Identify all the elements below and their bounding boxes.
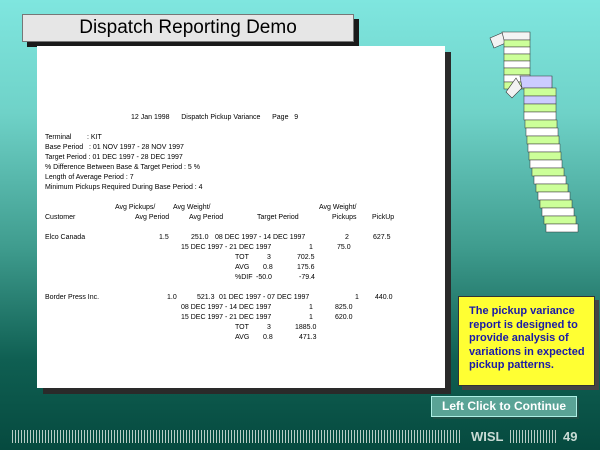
col-head-target-period: Target Period [257, 214, 299, 221]
average-value: 471.3 [299, 334, 317, 341]
col-head-avg-pickups: Avg Pickups/ [115, 204, 156, 211]
param-terminal: Terminal : KIT [45, 134, 102, 141]
average-count: 0.8 [263, 334, 273, 341]
param-base-period: Base Period : 01 NOV 1997 - 28 NOV 1997 [45, 144, 184, 151]
col-head-avg-weight: Avg Weight/ [173, 204, 211, 211]
avg-pickups: 1.0 [167, 294, 177, 301]
slide-title: Dispatch Reporting Demo [22, 14, 354, 42]
col-head-customer: Customer [45, 214, 76, 221]
total-value: 1885.0 [295, 324, 317, 331]
difference-value: -79.4 [299, 274, 315, 281]
target-period: 15 DEC 1997 - 21 DEC 1997 [181, 244, 272, 251]
pickup-weight: 620.0 [335, 314, 353, 321]
total-label: TOT [235, 324, 249, 331]
pickup-weight: 75.0 [337, 244, 351, 251]
report-page: 12 Jan 1998 Dispatch Pickup Variance Pag… [37, 46, 445, 388]
target-period: 15 DEC 1997 - 21 DEC 1997 [181, 314, 272, 321]
col-head-pickups: Pickups [332, 214, 357, 221]
average-label: AVG [235, 334, 250, 341]
pickup-weight: 825.0 [335, 304, 353, 311]
target-period: 08 DEC 1997 - 14 DEC 1997 [181, 304, 272, 311]
pickups-count: 1 [309, 304, 313, 311]
footer-bar: WISL 49 [0, 427, 600, 447]
pickups-count: 1 [355, 294, 359, 301]
page-number: 49 [563, 429, 578, 444]
col-head-avg-weight-2: Avg Weight/ [319, 204, 357, 211]
pickups-count: 1 [309, 244, 313, 251]
total-count: 3 [267, 324, 271, 331]
pickups-count: 1 [309, 314, 313, 321]
total-value: 702.5 [297, 254, 315, 261]
col-head-avg-period-2: Avg Period [189, 214, 224, 221]
paper-strip-right [505, 75, 579, 233]
barcode-decoration [12, 430, 462, 443]
average-value: 175.6 [297, 264, 315, 271]
barcode-decoration-right [510, 430, 558, 443]
param-difference: % Difference Between Base & Target Perio… [45, 164, 200, 171]
difference-label: %DIF [235, 274, 253, 281]
average-count: 0.8 [263, 264, 273, 271]
report-header: 12 Jan 1998 Dispatch Pickup Variance Pag… [131, 114, 299, 121]
pickup-weight: 627.5 [373, 234, 391, 241]
target-period: 08 DEC 1997 - 14 DEC 1997 [215, 234, 306, 241]
param-length: Length of Average Period : 7 [45, 174, 134, 181]
col-head-avg-period: Avg Period [135, 214, 170, 221]
avg-weight: 251.0 [191, 234, 209, 241]
param-minimum: Minimum Pickups Required During Base Per… [45, 184, 203, 191]
report-strips-graphic [489, 31, 579, 233]
average-label: AVG [235, 264, 250, 271]
avg-weight: 521.3 [197, 294, 215, 301]
param-target-period: Target Period : 01 DEC 1997 - 28 DEC 199… [45, 154, 183, 161]
difference-count: -50.0 [256, 274, 272, 281]
total-label: TOT [235, 254, 249, 261]
pickups-count: 2 [345, 234, 349, 241]
info-callout: The pickup variance report is designed t… [458, 296, 595, 386]
target-period: 01 DEC 1997 - 07 DEC 1997 [219, 294, 310, 301]
customer-name: Elco Canada [45, 234, 86, 241]
continue-button[interactable]: Left Click to Continue [431, 396, 577, 417]
pickup-weight: 440.0 [375, 294, 393, 301]
col-head-pickup: PickUp [372, 214, 395, 221]
customer-name: Border Press Inc. [45, 294, 100, 301]
footer-brand: WISL [471, 429, 504, 444]
avg-pickups: 1.5 [159, 234, 169, 241]
total-count: 3 [267, 254, 271, 261]
